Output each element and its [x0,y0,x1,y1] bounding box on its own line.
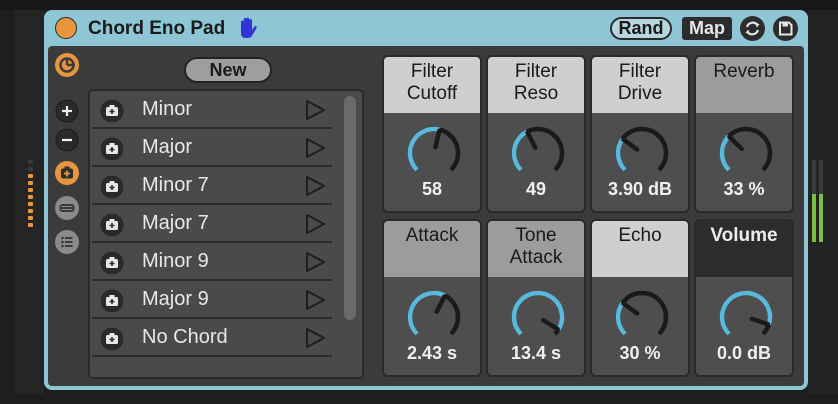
remove-icon [55,128,79,152]
chord-icon[interactable] [100,213,124,237]
remove-button[interactable] [54,127,80,153]
chord-icon[interactable] [100,99,124,123]
param-label: Tone Attack [488,221,584,277]
param-value: 0.0 dB [716,343,772,363]
minus-button[interactable] [54,195,80,221]
chord-wheel-button[interactable] [54,52,80,78]
chord-label: Minor 9 [142,250,209,272]
refresh-button[interactable] [740,16,765,41]
param-label: Reverb [696,57,792,113]
param-knob[interactable] [716,287,776,347]
param-value: 58 [421,179,443,199]
hand-icon[interactable] [235,16,259,40]
list-item[interactable]: No Chord [92,319,332,357]
device-title-bar[interactable]: Chord Eno Pad Rand Map [44,10,808,46]
device: Chord Eno Pad Rand Map New Minor Major M… [44,10,808,390]
param-panel: Reverb 33 % [694,55,794,213]
chord-wheel-icon [55,53,79,77]
chord-label: No Chord [142,326,228,348]
param-knob[interactable] [612,123,672,183]
param-label: Attack [384,221,480,277]
rand-button[interactable]: Rand [610,17,672,40]
list-item[interactable]: Major 9 [92,281,332,319]
chord-icon[interactable] [100,251,124,275]
chord-list: Minor Major Minor 7 Major 7 Minor 9 Major 9 No… [88,89,364,379]
list-button[interactable] [54,229,80,255]
param-value: 3.90 dB [607,179,673,199]
param-value: 49 [525,179,547,199]
add-chord-icon [55,161,79,185]
param-label: Filter Reso [488,57,584,113]
play-icon[interactable] [304,251,326,273]
param-panel: Filter Cutoff 58 [382,55,482,213]
list-item[interactable]: Major [92,129,332,167]
list-item[interactable]: Major 7 [92,205,332,243]
param-label: Filter Cutoff [384,57,480,113]
top-strip [0,0,838,10]
save-icon [779,21,793,36]
refresh-icon [745,21,760,36]
new-chord-button[interactable]: New [184,57,272,83]
list-scrollbar[interactable] [344,96,356,320]
param-value: 13.4 s [510,343,562,363]
output-meter-right [819,160,823,242]
chord-label: Minor [142,98,193,120]
param-label: Echo [592,221,688,277]
param-label: Filter Drive [592,57,688,113]
chord-icon[interactable] [100,327,124,351]
param-panel: Attack 2.43 s [382,219,482,377]
add-icon [55,99,79,123]
list-item[interactable]: Minor [92,91,332,129]
param-panel: Echo 30 % [590,219,690,377]
add-button[interactable] [54,98,80,124]
play-icon[interactable] [304,289,326,311]
list-item[interactable]: Minor 7 [92,167,332,205]
param-panel: Tone Attack 13.4 s [486,219,586,377]
chord-label: Major 7 [142,212,209,234]
param-value: 33 % [723,179,765,199]
power-dot-icon[interactable] [55,17,77,39]
list-item[interactable]: Minor 9 [92,243,332,281]
minus-icon [55,196,79,220]
left-level-meter [28,160,34,230]
param-panel: Filter Drive 3.90 dB [590,55,690,213]
param-label: Volume [696,221,792,277]
param-knob[interactable] [508,123,568,183]
chord-label: Major [142,136,193,158]
add-chord-button[interactable] [54,160,80,186]
chord-icon[interactable] [100,175,124,199]
param-knob[interactable] [716,123,776,183]
play-icon[interactable] [304,213,326,235]
chord-label: Minor 7 [142,174,209,196]
param-knob[interactable] [404,123,464,183]
play-icon[interactable] [304,175,326,197]
play-icon[interactable] [304,137,326,159]
param-knob[interactable] [612,287,672,347]
list-icon [55,230,79,254]
param-knob[interactable] [404,287,464,347]
play-icon[interactable] [304,327,326,349]
param-value: 2.43 s [406,343,458,363]
param-panel: Volume 0.0 dB [694,219,794,377]
output-meter-left [812,160,816,242]
param-panel: Filter Reso 49 [486,55,586,213]
device-body: New Minor Major Minor 7 Major 7 Minor 9 Major… [48,46,804,386]
chord-icon[interactable] [100,289,124,313]
device-title: Chord Eno Pad [88,18,226,39]
param-knob[interactable] [508,287,568,347]
param-value: 30 % [619,343,661,363]
map-button[interactable]: Map [682,17,732,40]
chord-icon[interactable] [100,137,124,161]
play-icon[interactable] [304,99,326,121]
chord-label: Major 9 [142,288,209,310]
save-button[interactable] [773,16,798,41]
